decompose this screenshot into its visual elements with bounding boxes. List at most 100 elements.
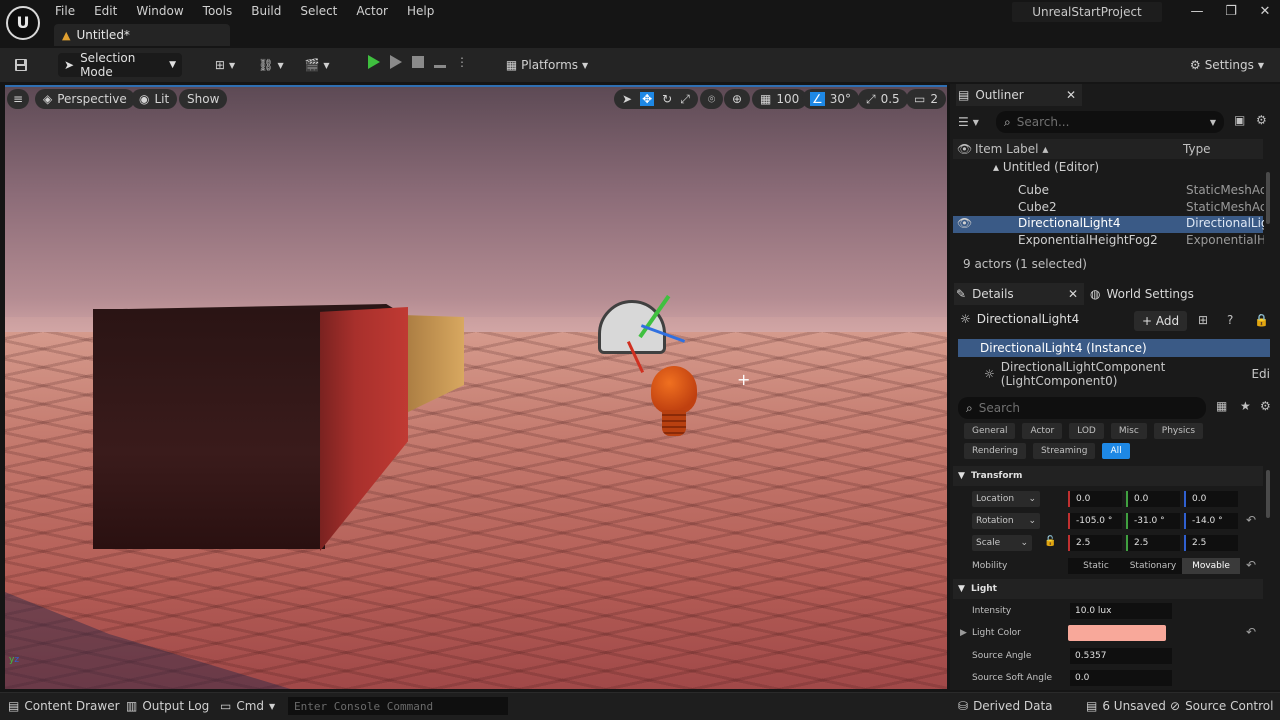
cube-mesh[interactable] bbox=[93, 309, 325, 549]
content-drawer-button[interactable]: ▤ Content Drawer bbox=[8, 697, 120, 715]
eye-icon[interactable]: 👁 bbox=[957, 216, 972, 230]
chevron-right-icon[interactable]: ▶ bbox=[960, 628, 967, 638]
mobility-stationary[interactable]: Stationary bbox=[1124, 561, 1182, 571]
tab-details[interactable]: ✎ Details ✕ bbox=[954, 283, 1084, 305]
location-y-field[interactable]: 0.0 bbox=[1126, 491, 1180, 507]
menu-help[interactable]: Help bbox=[402, 4, 448, 18]
world-local-icon[interactable]: ⊕ bbox=[724, 89, 751, 109]
rotation-z-field[interactable]: -14.0 ° bbox=[1184, 513, 1238, 529]
cmd-dropdown[interactable]: ▭ Cmd ▼ bbox=[220, 697, 275, 715]
component-row[interactable]: ☼ DirectionalLightComponent (LightCompon… bbox=[984, 360, 1270, 388]
select-tool-icon[interactable]: ➤ bbox=[622, 92, 632, 106]
help-icon[interactable]: ? bbox=[1227, 313, 1233, 327]
outliner-row[interactable]: Cube2 StaticMeshActor bbox=[953, 200, 1264, 217]
category-all[interactable]: All bbox=[1102, 443, 1130, 459]
reset-icon[interactable]: ↶ bbox=[1246, 625, 1256, 639]
category-general[interactable]: General bbox=[964, 423, 1016, 439]
column-item-label[interactable]: Item Label ▴ bbox=[975, 142, 1048, 156]
mobility-static[interactable]: Static bbox=[1068, 561, 1124, 571]
source-soft-angle-field[interactable]: 0.0 bbox=[1070, 670, 1172, 686]
menu-window[interactable]: Window bbox=[131, 4, 197, 18]
grid-snap-button[interactable]: ▦ 100 bbox=[752, 89, 808, 109]
add-actor-icon[interactable]: ⊞ ▼ bbox=[208, 53, 242, 77]
scale-x-field[interactable]: 2.5 bbox=[1068, 535, 1122, 551]
outliner-row-selected[interactable]: 👁 DirectionalLight4 DirectionalLight bbox=[953, 216, 1264, 233]
category-streaming[interactable]: Streaming bbox=[1032, 443, 1096, 459]
more-options-icon[interactable]: ⋮ bbox=[456, 55, 468, 69]
outliner-row[interactable]: Cube StaticMeshActor bbox=[953, 183, 1264, 200]
eject-icon[interactable] bbox=[434, 56, 446, 68]
instance-row[interactable]: DirectionalLight4 (Instance) bbox=[958, 339, 1270, 357]
scale-tool-icon[interactable]: ⤢ bbox=[680, 92, 690, 107]
table-view-icon[interactable]: ▦ bbox=[1216, 399, 1227, 413]
settings-button[interactable]: ⚙ Settings ▼ bbox=[1186, 53, 1268, 77]
component-edit-link[interactable]: Edi bbox=[1251, 367, 1270, 381]
mobility-movable[interactable]: Movable bbox=[1182, 558, 1240, 574]
settings-icon[interactable]: ⚙ bbox=[1260, 399, 1271, 413]
close-icon[interactable]: ✕ bbox=[1248, 4, 1280, 19]
maximize-icon[interactable]: ❐ bbox=[1214, 4, 1248, 19]
lit-button[interactable]: ◉ Lit bbox=[131, 89, 178, 109]
step-icon[interactable] bbox=[390, 55, 402, 69]
menu-select[interactable]: Select bbox=[295, 4, 351, 18]
eye-icon[interactable]: 👁 bbox=[957, 142, 972, 156]
output-log-button[interactable]: ▥ Output Log bbox=[126, 697, 209, 715]
column-type[interactable]: Type bbox=[1183, 142, 1211, 156]
scale-snap-button[interactable]: ⤢ 0.5 bbox=[858, 89, 908, 109]
rotate-tool-icon[interactable]: ↻ bbox=[662, 92, 672, 106]
add-component-button[interactable]: + Add bbox=[1134, 311, 1188, 331]
category-physics[interactable]: Physics bbox=[1153, 423, 1204, 439]
stop-icon[interactable] bbox=[412, 56, 424, 68]
intensity-field[interactable]: 10.0 lux bbox=[1070, 603, 1172, 619]
surface-snap-icon[interactable]: ⌾ bbox=[700, 89, 724, 109]
outliner-search-input[interactable]: ⌕ Search... ▼ bbox=[996, 111, 1224, 133]
unlock-icon[interactable]: 🔓 bbox=[1044, 536, 1056, 547]
location-x-field[interactable]: 0.0 bbox=[1068, 491, 1122, 507]
star-icon[interactable]: ★ bbox=[1240, 399, 1251, 413]
category-actor[interactable]: Actor bbox=[1022, 423, 1063, 439]
light-color-swatch[interactable] bbox=[1068, 625, 1166, 641]
reset-icon[interactable]: ↶ bbox=[1246, 513, 1256, 527]
category-lod[interactable]: LOD bbox=[1069, 423, 1104, 439]
source-angle-field[interactable]: 0.5357 bbox=[1070, 648, 1172, 664]
scale-y-field[interactable]: 2.5 bbox=[1126, 535, 1180, 551]
scale-dropdown[interactable]: Scale ⌄ bbox=[972, 535, 1032, 551]
details-search-input[interactable]: ⌕ Search bbox=[958, 397, 1206, 419]
angle-snap-button[interactable]: ∠ 30° bbox=[802, 89, 860, 109]
derived-data-button[interactable]: ⛁ Derived Data bbox=[958, 697, 1053, 715]
rotation-y-field[interactable]: -31.0 ° bbox=[1126, 513, 1180, 529]
outliner-row[interactable]: ExponentialHeightFog2 ExponentialHeightF… bbox=[953, 233, 1264, 250]
show-button[interactable]: Show bbox=[179, 89, 228, 109]
location-dropdown[interactable]: Location ⌄ bbox=[972, 491, 1040, 507]
selection-mode-dropdown[interactable]: ➤ Selection Mode ▼ bbox=[58, 51, 182, 79]
document-tab[interactable]: ▲ Untitled* bbox=[54, 24, 230, 46]
light-bulb-icon[interactable] bbox=[651, 366, 697, 414]
reset-icon[interactable]: ↶ bbox=[1246, 558, 1256, 572]
play-icon[interactable] bbox=[368, 55, 380, 69]
transform-section-header[interactable]: ▼ Transform bbox=[953, 466, 1263, 486]
menu-build[interactable]: Build bbox=[246, 4, 295, 18]
viewport-menu-icon[interactable]: ≡ bbox=[7, 89, 29, 109]
rotation-x-field[interactable]: -105.0 ° bbox=[1068, 513, 1122, 529]
menu-edit[interactable]: Edit bbox=[89, 4, 131, 18]
menu-file[interactable]: File bbox=[50, 4, 89, 18]
unsaved-button[interactable]: ▤ 6 Unsaved bbox=[1086, 697, 1166, 715]
actor-name[interactable]: DirectionalLight4 bbox=[977, 312, 1079, 326]
filter-dropdown[interactable]: ☰ ▼ bbox=[958, 112, 992, 132]
close-icon[interactable]: ✕ bbox=[1068, 287, 1078, 301]
platforms-button[interactable]: ▦ Platforms ▼ bbox=[504, 53, 590, 77]
rotation-dropdown[interactable]: Rotation ⌄ bbox=[972, 513, 1040, 529]
location-z-field[interactable]: 0.0 bbox=[1184, 491, 1238, 507]
menu-actor[interactable]: Actor bbox=[351, 4, 402, 18]
outliner-scrollbar[interactable] bbox=[1266, 172, 1270, 224]
close-icon[interactable]: ✕ bbox=[1066, 88, 1076, 102]
light-section-header[interactable]: ▼ Light bbox=[953, 579, 1263, 599]
camera-speed-button[interactable]: ▭ 2 bbox=[906, 89, 946, 109]
source-control-button[interactable]: ⊘ Source Control bbox=[1170, 697, 1273, 715]
outliner-settings-icon[interactable]: ⚙ bbox=[1256, 113, 1267, 127]
blueprint-icon[interactable]: ⊞ bbox=[1198, 313, 1208, 327]
cinematics-icon[interactable]: 🎬 ▼ bbox=[300, 53, 334, 77]
move-tool-icon[interactable]: ✥ bbox=[640, 92, 655, 106]
unreal-logo-icon[interactable]: U bbox=[6, 6, 40, 40]
details-scrollbar[interactable] bbox=[1266, 470, 1270, 518]
